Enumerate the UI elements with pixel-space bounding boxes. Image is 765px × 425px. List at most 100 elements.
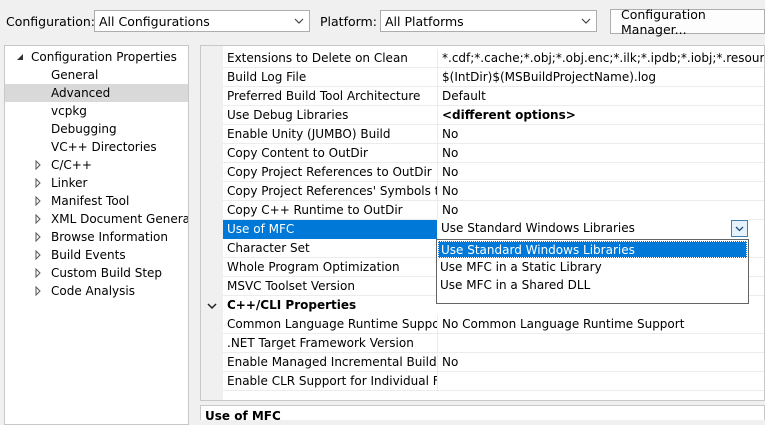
tree-root[interactable]: Configuration Properties <box>5 48 188 66</box>
chevron-down-icon <box>294 18 304 24</box>
property-row[interactable]: Use Debug Libraries <different options> <box>223 106 764 125</box>
tree-item-label: Advanced <box>51 86 111 100</box>
property-value[interactable]: Default <box>442 87 764 106</box>
tree-item-manifest-tool[interactable]: Manifest Tool <box>5 192 188 210</box>
property-row[interactable]: Enable Unity (JUMBO) Build No <box>223 125 764 144</box>
column-divider <box>437 163 438 182</box>
property-row[interactable]: Copy C++ Runtime to OutDir No <box>223 201 764 220</box>
dropdown-option[interactable]: Use MFC in a Static Library <box>438 259 747 276</box>
property-row[interactable]: Copy Project References to OutDir No <box>223 163 764 182</box>
column-divider <box>437 68 438 87</box>
property-name: Copy Content to OutDir <box>227 146 368 160</box>
tree-item-label: Browse Information <box>51 230 168 244</box>
property-name: Whole Program Optimization <box>227 260 400 274</box>
expand-triangle-icon[interactable] <box>33 178 43 188</box>
column-divider <box>437 125 438 144</box>
tree-item-advanced[interactable]: Advanced <box>5 84 188 102</box>
tree-item-label: Debugging <box>51 122 117 136</box>
property-value[interactable]: No <box>442 125 764 144</box>
tree-item-vcpkg[interactable]: vcpkg <box>5 102 188 120</box>
configuration-combobox[interactable]: All Configurations <box>94 10 310 32</box>
expand-triangle-icon[interactable] <box>33 268 43 278</box>
column-divider <box>437 201 438 220</box>
platform-value: All Platforms <box>385 13 464 29</box>
tree-item-build-events[interactable]: Build Events <box>5 246 188 264</box>
property-value[interactable]: No <box>442 144 764 163</box>
property-row[interactable]: Enable CLR Support for Individual Files <box>223 372 764 391</box>
property-row[interactable]: Copy Project References' Symbols to OutD… <box>223 182 764 201</box>
property-name: Copy Project References' Symbols to OutD… <box>227 184 437 198</box>
property-name: Enable Unity (JUMBO) Build <box>227 127 391 141</box>
property-row[interactable]: .NET Target Framework Version <box>223 334 764 353</box>
tree-item-label: VC++ Directories <box>51 140 157 154</box>
expand-triangle-icon[interactable] <box>33 160 43 170</box>
property-row[interactable]: Common Language Runtime Support No Common… <box>223 315 764 334</box>
tree-root-label: Configuration Properties <box>31 50 177 64</box>
property-row[interactable]: Enable Managed Incremental Build No <box>223 353 764 372</box>
property-value[interactable]: *.cdf;*.cache;*.obj;*.obj.enc;*.ilk;*.ip… <box>442 49 764 68</box>
category-label: C++/CLI Properties <box>227 298 357 312</box>
property-tree[interactable]: Configuration Properties General Advanced… <box>4 45 189 425</box>
column-divider <box>437 182 438 201</box>
collapse-chevron-icon[interactable] <box>206 300 218 312</box>
property-name: Common Language Runtime Support <box>227 317 437 331</box>
tree-item-label: Custom Build Step <box>51 266 163 280</box>
property-name: Enable Managed Incremental Build <box>227 355 437 369</box>
property-name: Preferred Build Tool Architecture <box>227 89 421 103</box>
expand-triangle-icon[interactable] <box>33 286 43 296</box>
tree-item-c-c[interactable]: C/C++ <box>5 156 188 174</box>
tree-item-code-analysis[interactable]: Code Analysis <box>5 282 188 300</box>
description-pane: Use of MFC <box>200 405 765 420</box>
dropdown-option[interactable]: Use Standard Windows Libraries <box>438 241 747 258</box>
column-divider <box>437 372 438 391</box>
column-divider <box>437 49 438 68</box>
property-row[interactable]: Copy Content to OutDir No <box>223 144 764 163</box>
tree-item-label: C/C++ <box>51 158 92 172</box>
tree-item-custom-build-step[interactable]: Custom Build Step <box>5 264 188 282</box>
tree-item-label: XML Document Generator <box>51 212 189 226</box>
property-value[interactable]: No <box>442 182 764 201</box>
platform-combobox[interactable]: All Platforms <box>380 10 597 32</box>
column-divider <box>437 144 438 163</box>
tree-item-xml-document-generator[interactable]: XML Document Generator <box>5 210 189 228</box>
configuration-manager-button[interactable]: Configuration Manager... <box>610 6 765 37</box>
platform-label: Platform: <box>320 14 377 29</box>
property-name: Build Log File <box>227 70 307 84</box>
property-row[interactable]: Preferred Build Tool Architecture Default <box>223 87 764 106</box>
expand-triangle-icon[interactable] <box>33 214 43 224</box>
expand-triangle-icon[interactable] <box>33 232 43 242</box>
tree-item-general[interactable]: General <box>5 66 188 84</box>
tree-item-browse-information[interactable]: Browse Information <box>5 228 188 246</box>
tree-item-vc-directories[interactable]: VC++ Directories <box>5 138 188 156</box>
configuration-value: All Configurations <box>99 13 210 29</box>
property-name: Enable CLR Support for Individual Files <box>227 374 437 388</box>
tree-item-linker[interactable]: Linker <box>5 174 188 192</box>
row-divider <box>223 390 764 391</box>
chevron-down-icon <box>735 226 744 232</box>
use-of-mfc-editor[interactable]: Use Standard Windows Libraries <box>437 219 749 238</box>
property-value[interactable]: No <box>442 201 764 220</box>
configuration-manager-label: Configuration Manager... <box>621 6 706 37</box>
tree-item-label: Linker <box>51 176 88 190</box>
property-name: .NET Target Framework Version <box>227 336 414 350</box>
property-name: Use of MFC <box>223 220 437 239</box>
column-divider <box>437 87 438 106</box>
property-name: Use Debug Libraries <box>227 108 349 122</box>
property-row[interactable]: Build Log File $(IntDir)$(MSBuildProjectN… <box>223 68 764 87</box>
dropdown-option[interactable]: Use MFC in a Shared DLL <box>438 277 747 294</box>
use-of-mfc-dropdown-list[interactable]: Use Standard Windows Libraries Use MFC in… <box>436 239 749 304</box>
column-divider <box>437 334 438 353</box>
column-divider <box>437 106 438 125</box>
tree-item-debugging[interactable]: Debugging <box>5 120 188 138</box>
property-value[interactable]: $(IntDir)$(MSBuildProjectName).log <box>442 68 764 87</box>
use-of-mfc-dropdown-button[interactable] <box>731 220 748 237</box>
configuration-label: Configuration: <box>6 14 95 29</box>
expand-triangle-icon[interactable] <box>33 196 43 206</box>
property-row[interactable]: Extensions to Delete on Clean *.cdf;*.cac… <box>223 49 764 68</box>
collapse-triangle-icon[interactable] <box>15 52 25 62</box>
expand-triangle-icon[interactable] <box>33 250 43 260</box>
property-value[interactable]: No <box>442 353 764 372</box>
property-value[interactable]: No <box>442 163 764 182</box>
property-value[interactable]: No Common Language Runtime Support <box>442 315 764 334</box>
property-value[interactable]: <different options> <box>442 106 764 125</box>
